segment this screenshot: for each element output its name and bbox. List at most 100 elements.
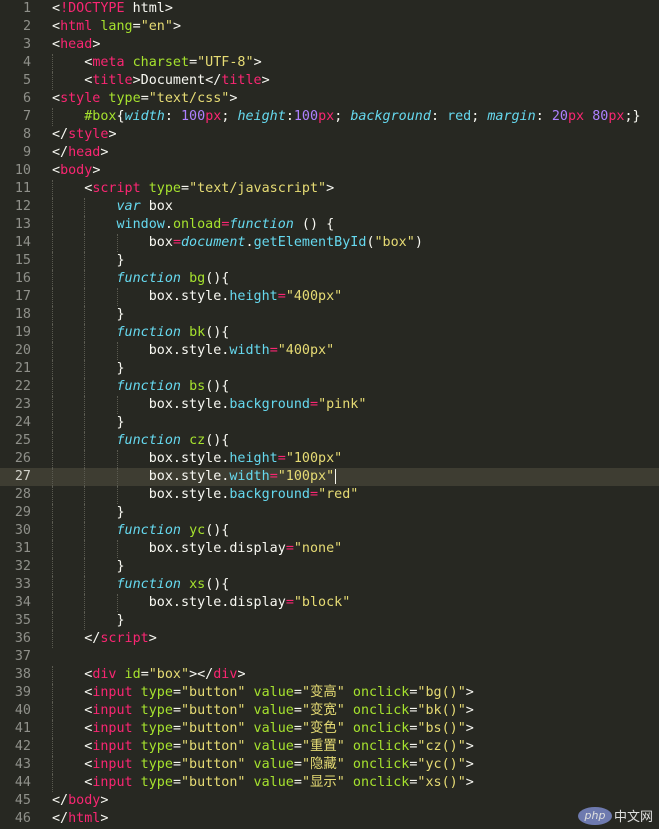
code-line[interactable]: 24 } — [0, 414, 659, 432]
code-token: onload — [172, 217, 222, 232]
code-token: "block" — [293, 595, 351, 610]
code-line[interactable]: 32 } — [0, 558, 659, 576]
code-token: function — [116, 523, 182, 538]
line-text: function yc(){ — [52, 522, 230, 540]
code-token: box.style. — [148, 469, 230, 484]
code-line[interactable]: 10 <body> — [0, 162, 659, 180]
line-number: 8 — [22, 127, 31, 142]
line-number: 37 — [14, 649, 31, 664]
code-token: bk — [189, 325, 206, 340]
code-line[interactable]: 30 function yc(){ — [0, 522, 659, 540]
code-token: = — [132, 19, 141, 34]
code-token: "button" — [181, 685, 246, 700]
line-text: } — [52, 414, 125, 432]
code-token: = — [140, 91, 149, 106]
code-token: bg — [189, 271, 206, 286]
code-token: "cz()" — [417, 739, 466, 754]
code-token: "bg()" — [417, 685, 466, 700]
code-line[interactable]: 6 <style type="text/css"> — [0, 90, 659, 108]
code-token: </ — [52, 811, 69, 826]
code-line[interactable]: 25 function cz(){ — [0, 432, 659, 450]
php-cn-watermark: php 中文网 — [577, 806, 653, 825]
code-token: type — [132, 685, 173, 700]
code-line[interactable]: 39 <input type="button" value="变高" oncli… — [0, 684, 659, 702]
code-line[interactable]: 7 #box{width: 100px; height:100px; backg… — [0, 108, 659, 126]
code-line[interactable]: 28 box.style.background="red" — [0, 486, 659, 504]
code-token: onclick — [344, 739, 410, 754]
code-line[interactable]: 12 var box — [0, 198, 659, 216]
code-token: ; — [334, 109, 351, 124]
code-line[interactable]: 4 <meta charset="UTF-8"> — [0, 54, 659, 72]
code-line[interactable]: 43 <input type="button" value="隐藏" oncli… — [0, 756, 659, 774]
code-token: 100 — [293, 109, 319, 124]
code-line[interactable]: 22 function bs(){ — [0, 378, 659, 396]
line-text: function bg(){ — [52, 270, 230, 288]
line-text: box.style.height="400px" — [52, 288, 343, 306]
code-token: "box" — [148, 667, 190, 682]
code-token: px — [205, 109, 222, 124]
code-line[interactable]: 42 <input type="button" value="重置" oncli… — [0, 738, 659, 756]
code-token: 80 — [592, 109, 609, 124]
php-logo-icon: php — [577, 806, 612, 825]
code-line[interactable]: 29 } — [0, 504, 659, 522]
line-text: </style> — [52, 126, 117, 144]
code-token: </ — [52, 127, 69, 142]
code-token: = — [172, 703, 181, 718]
code-line[interactable]: 14 box=document.getElementById("box") — [0, 234, 659, 252]
code-token: charset — [124, 55, 190, 70]
code-line[interactable]: 26 box.style.height="100px" — [0, 450, 659, 468]
code-line[interactable]: 21 } — [0, 360, 659, 378]
code-token: (){ — [205, 433, 230, 448]
code-line[interactable]: 23 box.style.background="pink" — [0, 396, 659, 414]
code-line[interactable]: 38 <div id="box"></div> — [0, 666, 659, 684]
code-line[interactable]: 45 </body> — [0, 792, 659, 810]
code-token: } — [116, 361, 125, 376]
code-token: margin — [487, 109, 536, 124]
line-text: <input type="button" value="显示" onclick=… — [52, 774, 474, 792]
code-line[interactable]: 18 } — [0, 306, 659, 324]
code-token: "400px" — [285, 289, 343, 304]
code-token: "400px" — [277, 343, 335, 358]
line-text: box.style.display="none" — [52, 540, 343, 558]
code-token: !DOCTYPE — [60, 1, 125, 16]
code-line[interactable]: 40 <input type="button" value="变宽" oncli… — [0, 702, 659, 720]
line-text: box.style.display="block" — [52, 594, 351, 612]
code-token: input — [92, 757, 133, 772]
code-token: onclick — [344, 721, 410, 736]
code-line[interactable]: 5 <title>Document</title> — [0, 72, 659, 90]
code-line[interactable]: 41 <input type="button" value="变色" oncli… — [0, 720, 659, 738]
line-number: 33 — [14, 577, 31, 592]
code-line[interactable]: 3 <head> — [0, 36, 659, 54]
code-line[interactable]: 31 box.style.display="none" — [0, 540, 659, 558]
code-line[interactable]: 37 — [0, 648, 659, 666]
line-number: 32 — [14, 559, 31, 574]
code-line[interactable]: 11 <script type="text/javascript"> — [0, 180, 659, 198]
code-line[interactable]: 1 <!DOCTYPE html> — [0, 0, 659, 18]
code-area[interactable]: 1 <!DOCTYPE html> 2 <html lang="en"> 3 <head>… — [0, 0, 659, 828]
code-line[interactable]: 20 box.style.width="400px" — [0, 342, 659, 360]
line-text: </body> — [52, 792, 108, 810]
code-line[interactable]: 16 function bg(){ — [0, 270, 659, 288]
code-line[interactable]: 2 <html lang="en"> — [0, 18, 659, 36]
code-line[interactable]: 44 <input type="button" value="显示" oncli… — [0, 774, 659, 792]
code-line[interactable]: 15 } — [0, 252, 659, 270]
code-line[interactable]: 13 window.onload=function () { — [0, 216, 659, 234]
code-token: "box" — [374, 235, 415, 250]
code-line[interactable]: 9 </head> — [0, 144, 659, 162]
code-line[interactable]: 8 </style> — [0, 126, 659, 144]
code-line[interactable]: 35 } — [0, 612, 659, 630]
code-line[interactable]: 19 function bk(){ — [0, 324, 659, 342]
code-line[interactable]: 17 box.style.height="400px" — [0, 288, 659, 306]
code-token: red — [447, 109, 472, 124]
code-line[interactable]: 34 box.style.display="block" — [0, 594, 659, 612]
line-number: 30 — [14, 523, 31, 538]
code-token: value — [245, 775, 294, 790]
code-line[interactable]: 27 box.style.width="100px" — [0, 468, 659, 486]
code-line[interactable]: 36 </script> — [0, 630, 659, 648]
code-editor[interactable]: 1 <!DOCTYPE html> 2 <html lang="en"> 3 <head>… — [0, 0, 659, 829]
code-token: function — [116, 379, 182, 394]
code-line[interactable]: 33 function xs(){ — [0, 576, 659, 594]
line-text: } — [52, 558, 125, 576]
code-line[interactable]: 46 </html> — [0, 810, 659, 828]
